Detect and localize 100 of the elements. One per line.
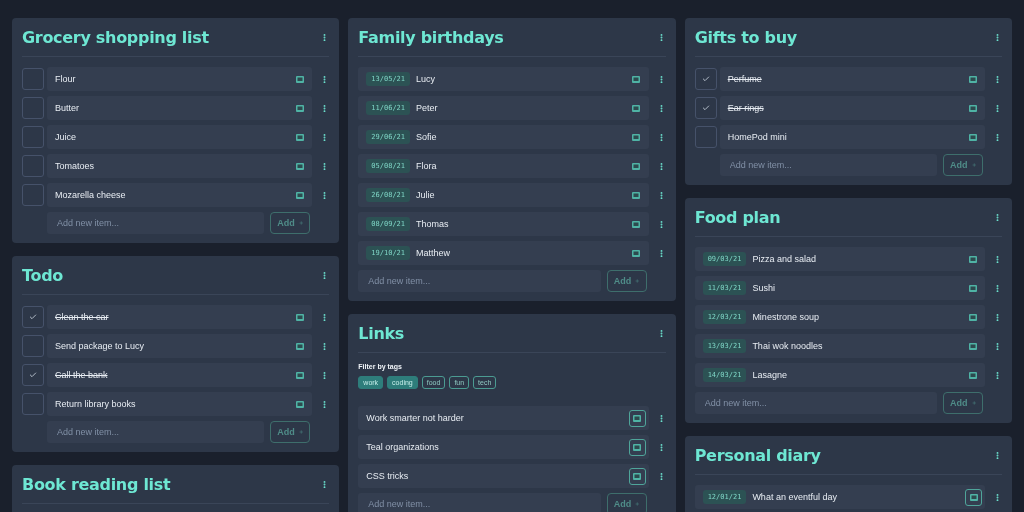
note-icon <box>968 133 977 141</box>
add-button[interactable]: Add <box>943 154 983 176</box>
note-button[interactable] <box>631 190 641 200</box>
item-text: Butter <box>55 103 80 113</box>
note-icon <box>968 255 977 263</box>
note-icon <box>295 104 304 112</box>
checkbox[interactable] <box>22 335 44 357</box>
add-button[interactable]: Add <box>606 270 647 292</box>
note-button[interactable] <box>295 399 305 409</box>
note-icon <box>968 313 977 321</box>
checkbox[interactable] <box>22 364 44 386</box>
link-item[interactable]: Work smarter not harder <box>358 406 649 430</box>
item-text: Tomatoes <box>55 161 96 171</box>
add-button[interactable]: Add <box>270 421 311 443</box>
note-button[interactable] <box>968 74 977 84</box>
checkbox[interactable] <box>22 97 44 119</box>
card-title: Grocery shopping list <box>22 27 209 47</box>
note-button[interactable] <box>295 103 305 113</box>
new-item-field[interactable]: Add new item... <box>47 421 265 443</box>
note-icon <box>295 371 304 379</box>
more-icon <box>993 369 1002 381</box>
note-button[interactable] <box>631 219 641 229</box>
note-button[interactable] <box>631 161 641 171</box>
plus-icon <box>971 399 976 407</box>
more-icon <box>993 340 1002 352</box>
item-text: Flora <box>416 161 438 171</box>
item-text: Juice <box>55 132 77 142</box>
item-text: Sofie <box>416 132 438 142</box>
note-button[interactable] <box>631 74 641 84</box>
add-button[interactable]: Add <box>270 212 311 234</box>
item-text: Peter <box>416 103 439 113</box>
new-item-field[interactable]: Add new item... <box>719 154 937 176</box>
note-button[interactable] <box>295 370 305 380</box>
note-icon <box>968 75 977 83</box>
checkbox[interactable] <box>22 126 44 148</box>
note-button[interactable] <box>295 190 305 200</box>
checkbox[interactable] <box>22 393 44 415</box>
add-button[interactable]: Add <box>943 392 983 414</box>
check-icon <box>701 104 710 112</box>
card-title: Food plan <box>694 207 781 227</box>
note-button[interactable] <box>631 103 641 113</box>
note-button[interactable] <box>628 467 646 485</box>
note-icon <box>632 75 641 83</box>
new-item-field[interactable]: Add new item... <box>358 493 601 512</box>
more-icon <box>993 131 1002 143</box>
link-text: Teal organizations <box>366 442 440 452</box>
check-icon <box>701 75 710 83</box>
checkbox[interactable] <box>22 306 44 328</box>
note-button[interactable] <box>965 488 982 506</box>
note-icon <box>295 133 304 141</box>
note-button[interactable] <box>295 312 305 322</box>
note-icon <box>632 104 641 112</box>
link-item[interactable]: CSS tricks <box>358 464 649 488</box>
note-button[interactable] <box>968 283 977 293</box>
checkbox[interactable] <box>694 126 717 148</box>
more-icon <box>993 102 1002 114</box>
note-icon <box>295 313 304 321</box>
checkbox[interactable] <box>22 155 44 177</box>
note-icon <box>632 162 641 170</box>
item-text: Lasagne <box>752 370 788 380</box>
new-item-field[interactable]: Add new item... <box>694 392 937 414</box>
plus-icon <box>298 219 304 227</box>
note-icon <box>968 371 977 379</box>
note-icon <box>295 191 304 199</box>
checkbox[interactable] <box>22 68 44 90</box>
new-item-field[interactable]: Add new item... <box>358 270 601 292</box>
note-button[interactable] <box>631 248 641 258</box>
note-button[interactable] <box>295 74 305 84</box>
more-icon <box>993 491 1002 503</box>
checkbox[interactable] <box>22 184 44 206</box>
more-icon <box>993 31 1002 43</box>
note-button[interactable] <box>628 409 646 427</box>
note-button[interactable] <box>295 341 305 351</box>
link-text: Work smarter not harder <box>366 413 465 423</box>
note-button[interactable] <box>968 103 977 113</box>
item-text: Flour <box>55 74 77 84</box>
note-button[interactable] <box>295 132 305 142</box>
note-button[interactable] <box>295 161 305 171</box>
item-text: Perfume <box>727 74 763 84</box>
more-icon <box>993 282 1002 294</box>
note-button[interactable] <box>968 370 977 380</box>
note-icon <box>633 414 642 422</box>
item-text: Call the bank <box>55 370 109 380</box>
item-text: Ear rings <box>727 103 765 113</box>
checkbox[interactable] <box>694 97 717 119</box>
card-title: Gifts to buy <box>694 27 797 47</box>
note-button[interactable] <box>631 132 641 142</box>
checkbox[interactable] <box>694 68 717 90</box>
note-button[interactable] <box>628 438 646 456</box>
check-icon <box>29 313 37 321</box>
note-button[interactable] <box>968 341 977 351</box>
item-text: Matthew <box>416 248 452 258</box>
note-button[interactable] <box>968 254 977 264</box>
more-icon <box>993 449 1002 461</box>
note-button[interactable] <box>968 312 977 322</box>
add-button[interactable]: Add <box>606 493 647 512</box>
new-item-field[interactable]: Add new item... <box>47 212 265 234</box>
item-text: HomePod mini <box>727 132 788 142</box>
note-button[interactable] <box>968 132 977 142</box>
link-item[interactable]: Teal organizations <box>358 435 649 459</box>
